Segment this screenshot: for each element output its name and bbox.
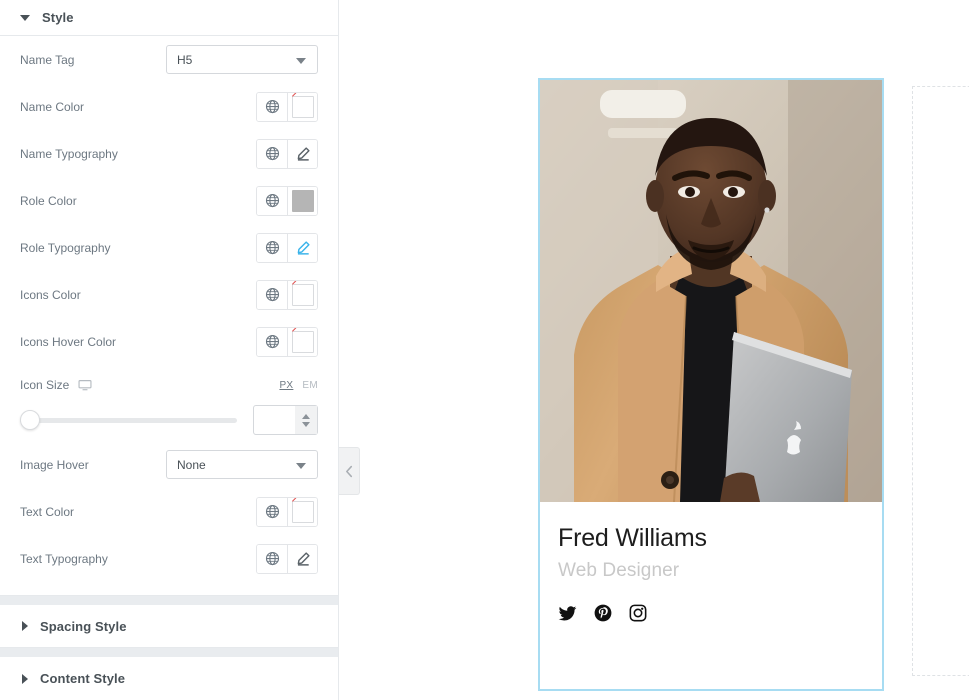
text-color-controls xyxy=(256,496,318,527)
control-text-color: Text Color xyxy=(20,488,318,535)
control-name-color: Name Color xyxy=(20,83,318,130)
name-typography-controls xyxy=(256,138,318,169)
pencil-icon[interactable] xyxy=(287,544,317,573)
label-text-color: Text Color xyxy=(20,504,75,519)
triangle-right-icon xyxy=(22,673,28,684)
team-member-photo[interactable] xyxy=(540,80,882,502)
name-tag-value: H5 xyxy=(177,52,193,67)
text-typography-controls xyxy=(256,543,318,574)
caret-down-icon[interactable] xyxy=(302,421,310,427)
control-icon-size-slider-row xyxy=(20,399,318,441)
name-color-controls xyxy=(256,91,318,122)
icons-hover-color-swatch[interactable] xyxy=(287,327,317,356)
label-icon-size-text: Icon Size xyxy=(20,378,70,392)
social-icons-list xyxy=(558,604,864,623)
collapse-panel-handle[interactable] xyxy=(339,447,360,495)
label-name-color: Name Color xyxy=(20,99,85,114)
control-icons-color: Icons Color xyxy=(20,271,318,318)
pencil-icon[interactable] xyxy=(287,139,317,168)
triangle-down-icon xyxy=(20,14,30,21)
empty-color-swatch-icon xyxy=(291,283,314,306)
label-icon-size: Icon Size xyxy=(20,378,92,392)
icon-size-stepper[interactable] xyxy=(295,406,317,434)
controls-bottom-spacer xyxy=(20,582,318,595)
globe-icon[interactable] xyxy=(257,497,287,526)
control-name-tag: Name Tag H5 xyxy=(20,36,318,83)
desktop-icon[interactable] xyxy=(78,378,92,392)
caret-up-icon[interactable] xyxy=(302,413,310,419)
globe-icon[interactable] xyxy=(257,233,287,262)
filled-color-swatch-icon xyxy=(291,189,314,212)
label-role-color: Role Color xyxy=(20,193,77,208)
icon-size-slider[interactable] xyxy=(20,410,237,430)
section-gap-band xyxy=(0,596,338,605)
icon-size-numberbox[interactable] xyxy=(253,405,318,435)
section-title-spacing-style: Spacing Style xyxy=(40,618,127,634)
empty-color-swatch-icon xyxy=(291,500,314,523)
name-tag-select[interactable]: H5 xyxy=(166,45,318,74)
slider-knob[interactable] xyxy=(20,410,40,430)
role-color-swatch[interactable] xyxy=(287,186,317,215)
globe-icon[interactable] xyxy=(257,186,287,215)
label-text-typography: Text Typography xyxy=(20,551,108,566)
triangle-right-icon xyxy=(22,621,28,631)
icons-color-controls xyxy=(256,279,318,310)
empty-color-swatch-icon xyxy=(291,330,314,353)
team-member-card[interactable]: Fred Williams Web Designer xyxy=(538,78,884,691)
label-role-typography: Role Typography xyxy=(20,240,111,255)
unit-em[interactable]: EM xyxy=(302,380,318,391)
role-color-controls xyxy=(256,185,318,216)
section-gap-band xyxy=(0,648,338,657)
section-header-spacing-style[interactable]: Spacing Style xyxy=(0,605,338,648)
label-icons-hover-color: Icons Hover Color xyxy=(20,334,117,349)
label-name-tag: Name Tag xyxy=(20,52,75,67)
team-member-role[interactable]: Web Designer xyxy=(558,560,864,582)
pinterest-icon[interactable] xyxy=(594,604,612,623)
section-header-style[interactable]: Style xyxy=(0,0,338,36)
control-icons-hover-color: Icons Hover Color xyxy=(20,318,318,365)
section-header-content-style[interactable]: Content Style xyxy=(0,657,338,700)
globe-icon[interactable] xyxy=(257,327,287,356)
empty-column-placeholder[interactable] xyxy=(912,86,969,676)
twitter-icon[interactable] xyxy=(558,604,577,623)
control-image-hover: Image Hover None xyxy=(20,441,318,488)
role-typography-controls xyxy=(256,232,318,263)
globe-icon[interactable] xyxy=(257,280,287,309)
control-role-color: Role Color xyxy=(20,177,318,224)
slider-track xyxy=(20,417,237,423)
name-color-swatch[interactable] xyxy=(287,92,317,121)
empty-color-swatch-icon xyxy=(291,95,314,118)
icons-color-swatch[interactable] xyxy=(287,280,317,309)
globe-icon[interactable] xyxy=(257,92,287,121)
editor-canvas: Fred Williams Web Designer xyxy=(339,0,969,700)
label-name-typography: Name Typography xyxy=(20,146,118,161)
section-title-content-style: Content Style xyxy=(40,671,126,686)
label-icons-color: Icons Color xyxy=(20,287,81,302)
label-image-hover: Image Hover xyxy=(20,457,89,472)
control-icon-size-header: Icon Size PX EM xyxy=(20,365,318,399)
section-title-style: Style xyxy=(42,10,74,25)
image-hover-select[interactable]: None xyxy=(166,450,318,479)
icons-hover-color-controls xyxy=(256,326,318,357)
elementor-editor: Style Name Tag H5 Name Color Name Typogr… xyxy=(0,0,969,700)
image-hover-value: None xyxy=(177,457,206,472)
chevron-down-icon xyxy=(296,57,306,64)
text-color-swatch[interactable] xyxy=(287,497,317,526)
pencil-icon[interactable] xyxy=(287,233,317,262)
style-settings-panel: Style Name Tag H5 Name Color Name Typogr… xyxy=(0,0,339,700)
globe-icon[interactable] xyxy=(257,139,287,168)
team-member-info: Fred Williams Web Designer xyxy=(540,502,882,623)
team-member-name[interactable]: Fred Williams xyxy=(558,524,864,553)
instagram-icon[interactable] xyxy=(629,604,647,623)
chevron-down-icon xyxy=(296,462,306,469)
style-controls: Name Tag H5 Name Color Name Typography R… xyxy=(0,36,338,595)
icon-size-unit-toggle: PX EM xyxy=(279,380,318,391)
control-text-typography: Text Typography xyxy=(20,535,318,582)
unit-px[interactable]: PX xyxy=(279,380,293,391)
control-role-typography: Role Typography xyxy=(20,224,318,271)
globe-icon[interactable] xyxy=(257,544,287,573)
control-name-typography: Name Typography xyxy=(20,130,318,177)
